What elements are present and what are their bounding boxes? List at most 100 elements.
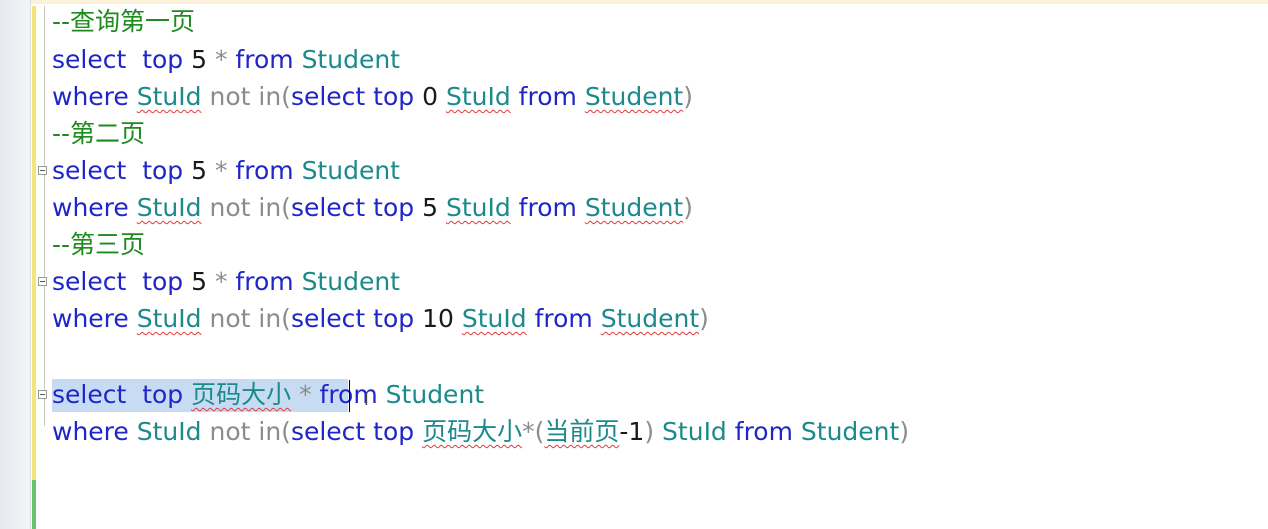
sql-token: select — [290, 82, 366, 111]
sql-token: ) — [683, 193, 693, 222]
sql-token: from — [235, 267, 294, 296]
sql-comment: --查询第一页 — [52, 7, 196, 36]
collapse-toggle-icon[interactable] — [38, 390, 47, 399]
sql-token: ( — [281, 417, 291, 446]
sql-token: * — [299, 380, 312, 409]
sql-token: 页码大小 — [191, 380, 292, 409]
code-line[interactable]: where StuId not in(select top 0 StuId fr… — [52, 79, 693, 115]
sql-token: top — [373, 417, 415, 446]
sql-token: 5 — [191, 267, 208, 296]
sql-token: * — [214, 45, 228, 74]
sql-token: Student — [301, 45, 400, 74]
collapse-toggle-icon[interactable] — [38, 166, 47, 175]
sql-token: from — [518, 193, 577, 222]
sql-token: StuId — [445, 82, 511, 111]
sql-token: Student — [301, 267, 400, 296]
sql-token: * — [214, 156, 228, 185]
sql-token: from — [534, 304, 593, 333]
sql-token: where — [52, 304, 129, 333]
code-line[interactable]: select top 5 * from Student — [52, 42, 400, 78]
code-line[interactable]: select top 页码大小 * from Student — [52, 377, 484, 413]
sql-token: ) — [644, 417, 655, 446]
sql-token: Student — [800, 417, 900, 446]
sql-token: StuId — [662, 417, 727, 446]
collapse-toggle-icon[interactable] — [38, 277, 47, 286]
sql-token: Student — [600, 304, 700, 333]
sql-token: StuId — [445, 193, 511, 222]
code-line[interactable]: --第二页 — [52, 116, 145, 152]
code-line[interactable]: --查询第一页 — [52, 4, 195, 40]
sql-token: not — [209, 193, 251, 222]
outline-guide-line — [44, 6, 45, 426]
sql-token: StuId — [136, 193, 202, 222]
sql-token: where — [52, 82, 129, 111]
sql-token: top — [142, 380, 184, 409]
sql-token: 10 — [422, 304, 454, 333]
sql-token: Student — [584, 82, 684, 111]
sql-token: Student — [584, 193, 684, 222]
sql-token: select — [52, 380, 127, 409]
sql-token: select — [52, 45, 127, 74]
text-caret — [349, 380, 350, 412]
editor-left-margin — [0, 0, 31, 529]
sql-token: -1 — [619, 417, 645, 446]
sql-token: Student — [385, 380, 485, 409]
sql-token: *( — [522, 417, 545, 446]
code-line[interactable]: select top 5 * from Student — [52, 264, 400, 300]
sql-token: * — [214, 267, 228, 296]
sql-token: select — [290, 193, 366, 222]
sql-token: 当前页 — [544, 417, 620, 446]
sql-token: ( — [281, 304, 291, 333]
code-line[interactable]: where StuId not in(select top 10 StuId f… — [52, 301, 709, 337]
sql-token: in — [258, 82, 282, 111]
sql-token: in — [258, 193, 282, 222]
sql-token: 5 — [191, 45, 208, 74]
saved-change-bar — [32, 480, 36, 529]
sql-token: top — [142, 267, 184, 296]
sql-token: top — [373, 304, 415, 333]
sql-token: from — [518, 82, 577, 111]
sql-token: select — [290, 417, 366, 446]
code-line[interactable]: select top 5 * from Student — [52, 153, 400, 189]
sql-token: ) — [899, 417, 910, 446]
sql-token: where — [52, 193, 129, 222]
sql-token: where — [52, 417, 129, 446]
sql-token: Student — [301, 156, 400, 185]
sql-token: not — [209, 304, 251, 333]
sql-token: in — [258, 417, 282, 446]
sql-token: in — [258, 304, 282, 333]
code-line[interactable]: where StuId not in(select top 5 StuId fr… — [52, 190, 693, 226]
code-line[interactable]: where StuId not in(select top 页码大小*(当前页-… — [52, 414, 909, 450]
sql-editor[interactable]: --查询第一页 select top 5 * from Student where … — [0, 0, 1268, 529]
sql-token: 5 — [191, 156, 208, 185]
code-line[interactable]: --第三页 — [52, 227, 145, 263]
sql-token: StuId — [136, 82, 202, 111]
